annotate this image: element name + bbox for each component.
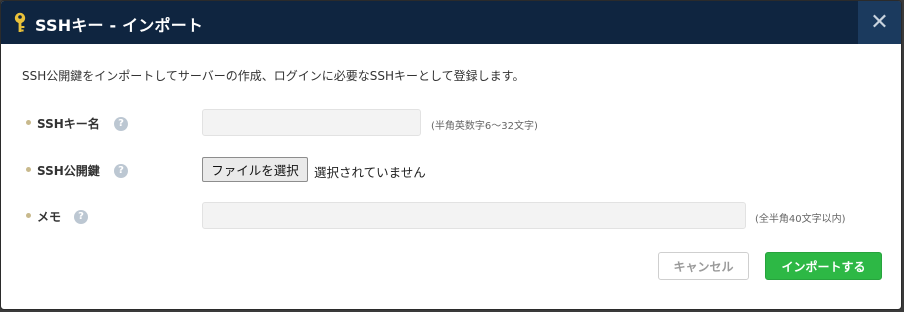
ssh-key-name-label: SSHキー名	[37, 117, 100, 131]
dialog-titlebar: SSHキー - インポート ✕	[1, 1, 901, 44]
help-icon[interactable]: ?	[114, 117, 128, 131]
close-button[interactable]: ✕	[858, 1, 901, 44]
choose-file-button[interactable]: ファイルを選択	[202, 157, 308, 182]
form-row-public-key: SSH公開鍵 ? ファイルを選択 選択されていません	[1, 155, 901, 185]
dialog-description: SSH公開鍵をインポートしてサーバーの作成、ログインに必要なSSHキーとして登録…	[22, 69, 525, 83]
form-row-memo: メモ ? (全半角40文字以内)	[1, 201, 901, 231]
bullet-icon	[26, 120, 31, 125]
cancel-button[interactable]: キャンセル	[658, 252, 749, 280]
ssh-key-name-input[interactable]	[202, 109, 421, 136]
memo-label: メモ	[37, 210, 62, 224]
memo-hint: (全半角40文字以内)	[755, 214, 846, 225]
dialog-title: SSHキー - インポート	[35, 16, 204, 35]
public-key-label: SSH公開鍵	[37, 164, 100, 178]
import-ssh-key-dialog: SSHキー - インポート ✕ SSH公開鍵をインポートしてサーバーの作成、ログ…	[0, 0, 902, 310]
help-icon[interactable]: ?	[114, 164, 128, 178]
ssh-key-name-hint: (半角英数字6～32文字)	[431, 121, 538, 132]
bullet-icon	[26, 167, 31, 172]
form-row-ssh-key-name: SSHキー名 ? (半角英数字6～32文字)	[1, 108, 901, 138]
import-button[interactable]: インポートする	[765, 252, 882, 280]
help-icon[interactable]: ?	[74, 210, 88, 224]
memo-input[interactable]	[202, 202, 746, 229]
key-icon	[12, 12, 28, 34]
file-status-text: 選択されていません	[314, 165, 426, 180]
close-icon: ✕	[870, 10, 889, 35]
bullet-icon	[26, 213, 31, 218]
